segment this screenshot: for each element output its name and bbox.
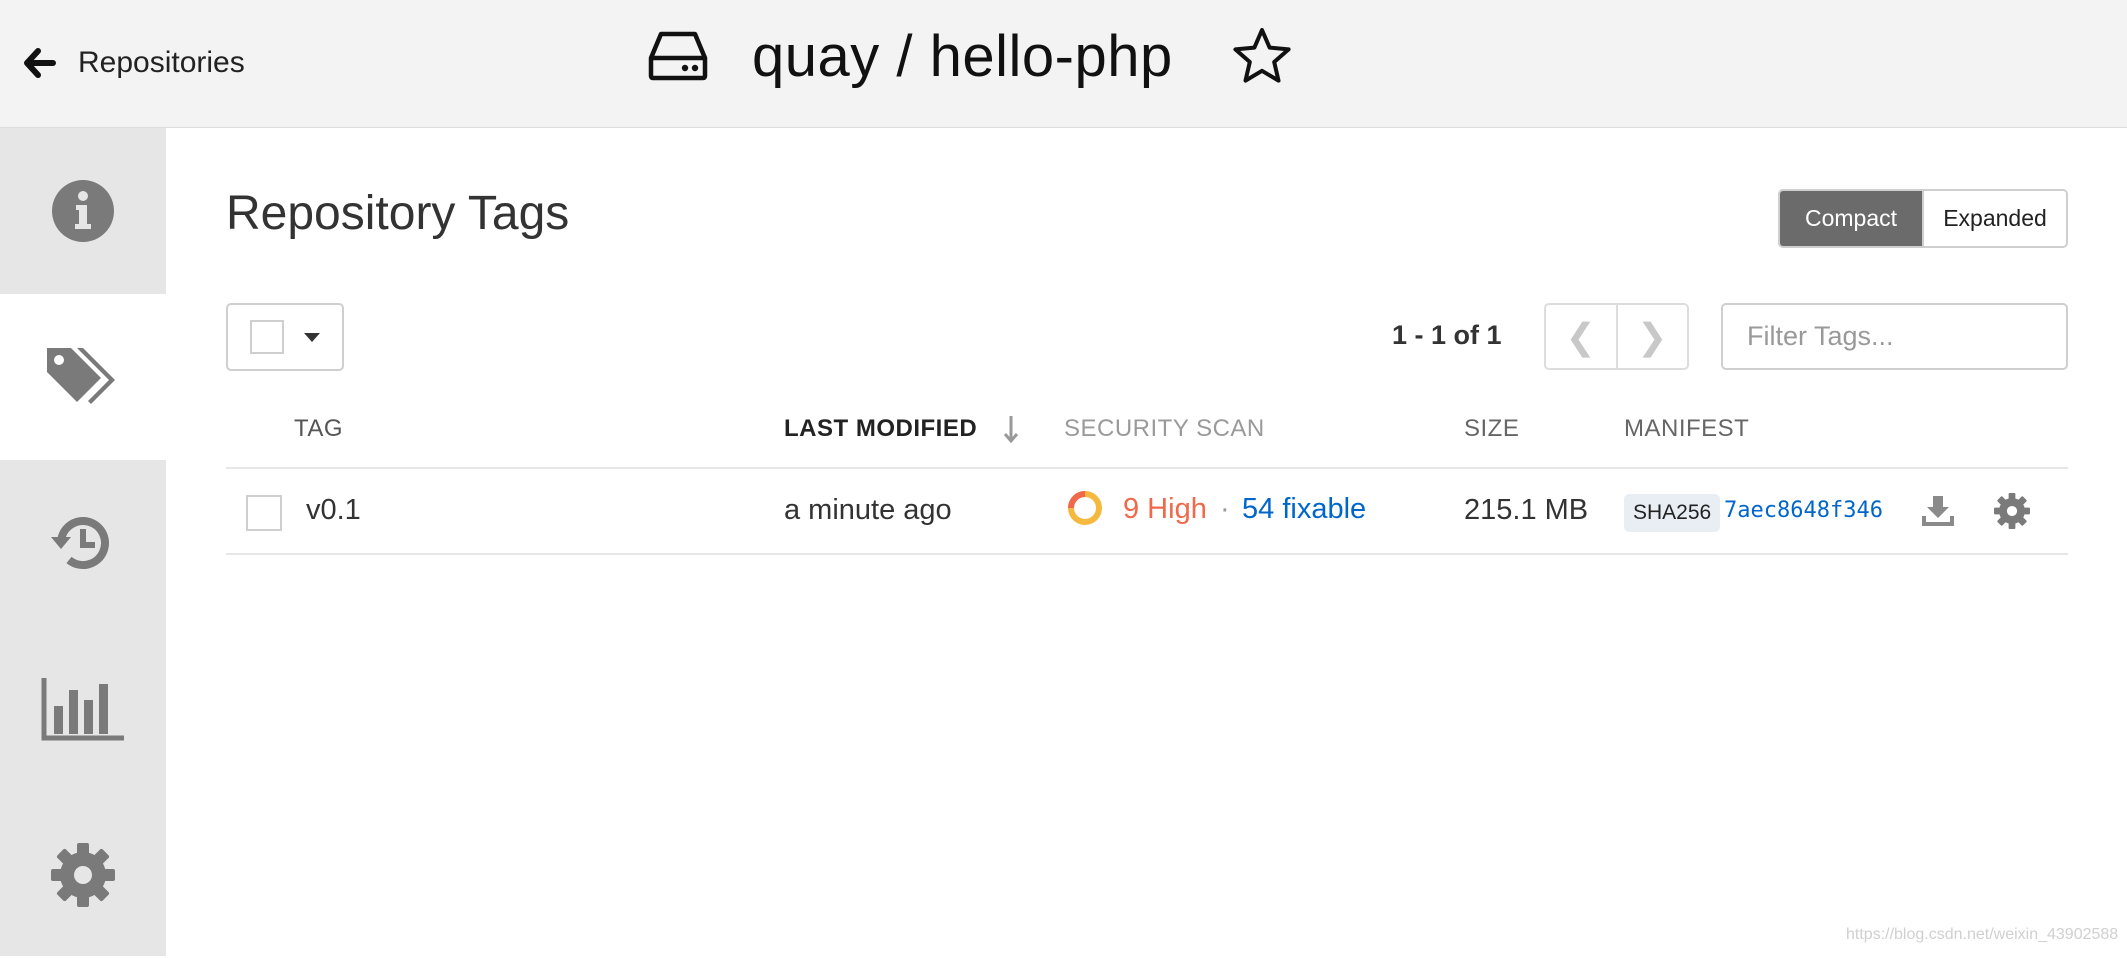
caret-down-icon <box>304 332 320 342</box>
sidebar-item-info[interactable] <box>0 128 166 294</box>
bulk-select-dropdown[interactable] <box>226 303 344 371</box>
manifest-algorithm-badge: SHA256 <box>1624 494 1721 532</box>
column-header-security-scan[interactable]: SECURITY SCAN <box>1064 415 1265 443</box>
view-mode-toggle: Compact Expanded <box>1778 189 2068 248</box>
previous-page-button[interactable]: ❮ <box>1546 305 1616 368</box>
pagination-controls: ❮ ❯ <box>1544 303 1689 370</box>
star-icon[interactable] <box>1232 26 1292 86</box>
column-header-size[interactable]: SIZE <box>1464 415 1519 443</box>
column-header-manifest[interactable]: MANIFEST <box>1624 415 1749 443</box>
tag-options-gear-icon[interactable] <box>1994 493 2030 529</box>
repository-sidebar <box>0 128 166 956</box>
watermark-text: https://blog.csdn.net/weixin_43902588 <box>1846 926 2119 943</box>
manifest-digest-link[interactable]: 7aec8648f346 <box>1724 498 1883 523</box>
expanded-view-button[interactable]: Expanded <box>1922 191 2066 246</box>
download-icon[interactable] <box>1922 494 1954 526</box>
table-header-divider <box>226 467 2068 469</box>
sort-descending-icon[interactable] <box>1003 414 1019 444</box>
select-all-checkbox[interactable] <box>250 320 284 354</box>
column-header-tag[interactable]: TAG <box>294 415 343 443</box>
vulnerability-donut-icon <box>1068 491 1102 525</box>
back-to-repositories-link[interactable]: Repositories <box>24 40 245 86</box>
settings-gear-icon <box>51 843 115 907</box>
tags-icon <box>47 348 115 404</box>
sidebar-item-tags[interactable] <box>0 294 166 460</box>
pagination-count: 1 - 1 of 1 <box>1392 320 1502 350</box>
sidebar-item-usage[interactable] <box>0 626 166 792</box>
row-select-checkbox[interactable] <box>246 495 282 531</box>
table-row-divider <box>226 553 2068 555</box>
usage-chart-icon <box>41 678 124 741</box>
info-icon <box>52 180 114 242</box>
high-vulnerabilities-count[interactable]: 9 High <box>1123 493 1207 526</box>
image-size: 215.1 MB <box>1464 494 1589 526</box>
repo-header: Repositories quay / hello-php <box>0 0 2127 128</box>
history-icon <box>51 517 109 570</box>
back-link-label: Repositories <box>78 46 245 79</box>
sidebar-item-settings[interactable] <box>0 792 166 958</box>
compact-view-button[interactable]: Compact <box>1780 191 1922 246</box>
arrow-left-icon <box>24 48 56 78</box>
page-title: Repository Tags <box>226 187 570 240</box>
repository-drive-icon <box>648 31 708 81</box>
last-modified-value: a minute ago <box>784 494 952 526</box>
repository-title: quay / hello-php <box>752 24 1173 89</box>
fixable-vulnerabilities-link[interactable]: 54 fixable <box>1242 493 1366 526</box>
filter-tags-input[interactable] <box>1721 303 2068 370</box>
next-page-button[interactable]: ❯ <box>1615 305 1688 368</box>
sidebar-item-history[interactable] <box>0 460 166 626</box>
scan-separator: · <box>1220 493 1230 525</box>
column-header-last-modified[interactable]: LAST MODIFIED <box>784 415 977 443</box>
tag-name: v0.1 <box>306 494 361 526</box>
